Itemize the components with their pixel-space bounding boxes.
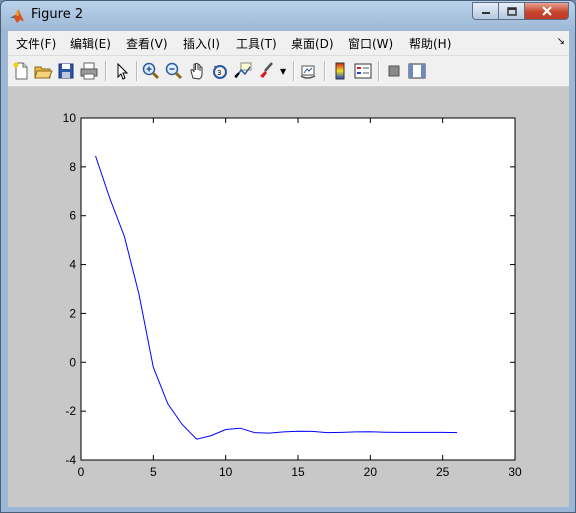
title-bar[interactable]: Figure 2 — [1, 1, 575, 30]
figure-window: Figure 2 文件(F) 编辑(E) 查看(V) 插入(I) 工具(T) 桌… — [0, 0, 576, 513]
x-tick-label: 10 — [219, 465, 233, 479]
toolbar-separator — [105, 61, 107, 81]
maximize-icon — [506, 6, 517, 16]
svg-text:3: 3 — [217, 69, 221, 77]
close-button[interactable] — [525, 2, 569, 20]
y-tick-label: 0 — [69, 355, 76, 369]
rotate-3d-icon[interactable]: 3 — [210, 61, 230, 81]
menu-tools[interactable]: 工具(T) — [236, 35, 277, 52]
toolbar-separator — [378, 61, 380, 81]
window-title: Figure 2 — [31, 7, 84, 22]
close-icon — [541, 6, 552, 16]
y-tick-label: 2 — [69, 306, 76, 320]
zoom-in-icon[interactable] — [141, 61, 161, 81]
line-plot[interactable]: 0 5 10 15 20 25 30 -4 -2 0 2 4 6 8 10 — [8, 87, 569, 507]
x-tick-label: 25 — [436, 465, 450, 479]
y-tick-label: 6 — [69, 209, 76, 223]
x-tick-label: 0 — [78, 465, 85, 479]
x-tick-label: 30 — [508, 465, 522, 479]
menu-edit[interactable]: 编辑(E) — [70, 35, 111, 52]
hide-plot-tools-icon[interactable] — [384, 61, 404, 81]
brush-dropdown-icon[interactable]: ▼ — [280, 67, 286, 76]
legend-icon[interactable] — [353, 61, 373, 81]
axes-area[interactable] — [80, 117, 516, 461]
show-plot-tools-icon[interactable] — [407, 61, 427, 81]
dock-arrow-icon[interactable]: ↘ — [557, 36, 565, 47]
data-cursor-icon[interactable] — [233, 61, 253, 81]
y-tick-label: 8 — [69, 160, 76, 174]
minimize-icon — [481, 12, 490, 14]
x-tick-label: 20 — [364, 465, 378, 479]
x-tick-label: 15 — [291, 465, 305, 479]
maximize-button[interactable] — [499, 2, 525, 20]
pan-hand-icon[interactable] — [187, 61, 207, 81]
y-tick-label: 10 — [63, 111, 77, 125]
toolbar-separator — [136, 61, 138, 81]
y-tick-label: -2 — [65, 404, 76, 418]
menu-file[interactable]: 文件(F) — [16, 35, 56, 52]
figure-canvas[interactable]: 0 5 10 15 20 25 30 -4 -2 0 2 4 6 8 10 — [8, 87, 569, 507]
menu-view[interactable]: 查看(V) — [126, 35, 168, 52]
save-figure-icon[interactable] — [56, 61, 76, 81]
open-file-icon[interactable] — [33, 61, 53, 81]
colorbar-icon[interactable] — [330, 61, 350, 81]
menu-bar: 文件(F) 编辑(E) 查看(V) 插入(I) 工具(T) 桌面(D) 窗口(W… — [8, 31, 569, 56]
edit-plot-icon[interactable] — [112, 61, 132, 81]
y-tick-label: -4 — [65, 453, 76, 467]
brush-icon[interactable] — [256, 61, 276, 81]
minimize-button[interactable] — [472, 2, 499, 20]
menu-help[interactable]: 帮助(H) — [409, 35, 451, 52]
menu-desktop[interactable]: 桌面(D) — [291, 35, 334, 52]
new-figure-icon[interactable] — [11, 61, 31, 81]
link-plot-icon[interactable] — [299, 61, 319, 81]
zoom-out-icon[interactable] — [164, 61, 184, 81]
menu-insert[interactable]: 插入(I) — [183, 35, 220, 52]
y-tick-label: 4 — [69, 258, 76, 272]
toolbar-separator — [324, 61, 326, 81]
menu-window[interactable]: 窗口(W) — [348, 35, 393, 52]
toolbar-separator — [293, 61, 295, 81]
print-figure-icon[interactable] — [79, 61, 99, 81]
figure-toolbar: 3 ▼ — [8, 56, 569, 87]
x-tick-label: 5 — [150, 465, 157, 479]
matlab-icon — [9, 8, 25, 24]
